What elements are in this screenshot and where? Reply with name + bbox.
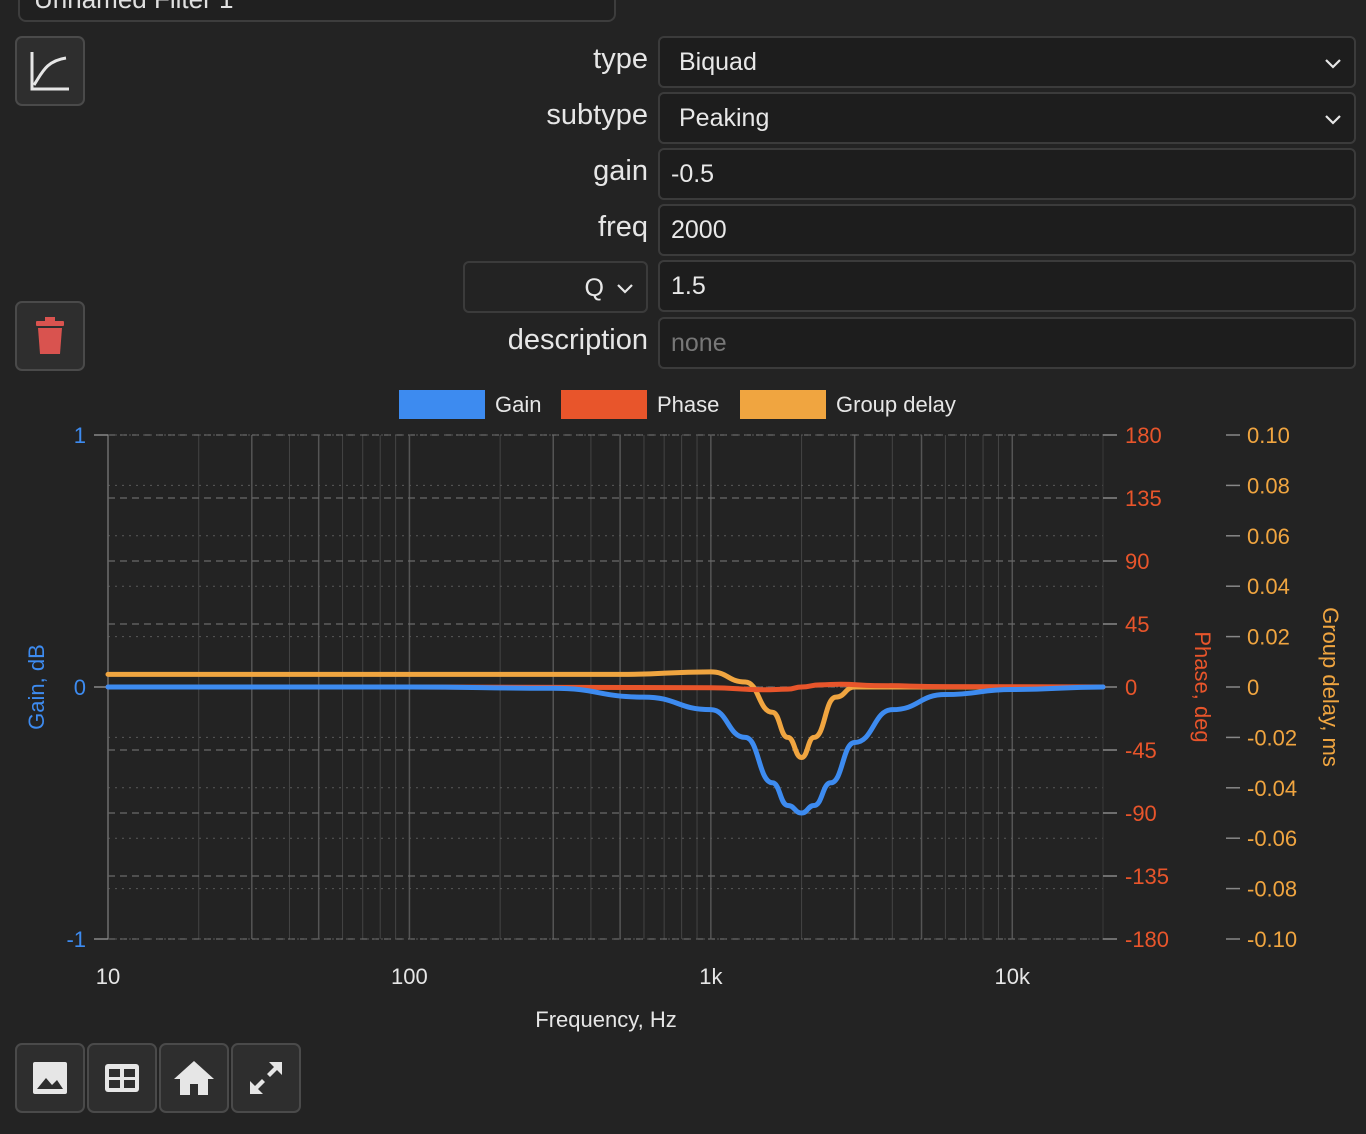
legend-swatch-gain[interactable]: [399, 390, 485, 419]
gain-label: gain: [593, 155, 648, 187]
phase-tick-label: 180: [1125, 423, 1162, 448]
expand-button[interactable]: [231, 1043, 301, 1113]
q-parameter-select[interactable]: Q: [463, 261, 648, 313]
group-delay-tick-label: -0.04: [1247, 776, 1297, 801]
type-select[interactable]: Biquad: [658, 36, 1356, 88]
freq-value: 2000: [671, 215, 727, 244]
legend-label-group-delay[interactable]: Group delay: [836, 392, 956, 417]
phase-tick-label: 0: [1125, 675, 1137, 700]
gain-axis-label: Gain, dB: [24, 644, 49, 730]
phase-tick-label: -45: [1125, 738, 1157, 763]
show-table-button[interactable]: [87, 1043, 157, 1113]
q-input[interactable]: 1.5: [658, 260, 1356, 312]
legend-swatch-phase[interactable]: [561, 390, 647, 419]
legend-label-gain[interactable]: Gain: [495, 392, 541, 417]
x-tick-label: 10: [96, 964, 120, 989]
phase-tick-label: -180: [1125, 927, 1169, 952]
freq-label: freq: [598, 211, 648, 243]
subtype-label: subtype: [546, 99, 648, 131]
description-placeholder: none: [671, 328, 727, 357]
home-icon: [174, 1061, 214, 1095]
chart-series: [105, 669, 1106, 816]
phase-tick-label: -90: [1125, 801, 1157, 826]
q-value: 1.5: [671, 271, 706, 300]
subtype-value: Peaking: [679, 103, 770, 132]
expand-icon: [250, 1062, 282, 1094]
chart-axes: 10 100 1k 10kFrequency, Hz10-1Gain, dB18013…: [24, 423, 1343, 1032]
chevron-down-icon: [1325, 115, 1341, 125]
q-select-label: Q: [584, 274, 604, 302]
chart-legend: Gain Phase Group delay: [399, 390, 956, 419]
group-delay-tick-label: -0.06: [1247, 826, 1297, 851]
phase-tick-label: 90: [1125, 549, 1149, 574]
chevron-down-icon: [1325, 59, 1341, 69]
type-label: type: [593, 43, 648, 75]
group-delay-tick-label: 0.06: [1247, 524, 1290, 549]
gain-input[interactable]: -0.5: [658, 148, 1356, 200]
save-image-button[interactable]: [15, 1043, 85, 1113]
response-curve-icon: [30, 52, 69, 91]
chevron-down-icon: [617, 284, 633, 294]
group-delay-tick-label: 0.08: [1247, 473, 1290, 498]
freq-input[interactable]: 2000: [658, 204, 1356, 256]
legend-label-phase[interactable]: Phase: [657, 392, 719, 417]
table-icon: [105, 1064, 139, 1092]
gain-value: -0.5: [671, 159, 715, 188]
subtype-select[interactable]: Peaking: [658, 92, 1356, 144]
filter-name-input[interactable]: Unnamed Filter 1: [18, 0, 616, 22]
phase-axis-label: Phase, deg: [1190, 631, 1215, 742]
x-tick-label: 100: [391, 964, 428, 989]
group-delay-tick-label: 0.02: [1247, 625, 1290, 650]
reset-view-button[interactable]: [159, 1043, 229, 1113]
image-icon: [33, 1062, 67, 1094]
legend-swatch-group-delay[interactable]: [740, 390, 826, 419]
phase-tick-label: 45: [1125, 612, 1149, 637]
gain-tick-label: 1: [74, 423, 86, 448]
group-delay-tick-label: -0.10: [1247, 927, 1297, 952]
group-delay-tick-label: 0.10: [1247, 423, 1290, 448]
trash-icon: [36, 317, 64, 354]
group-delay-tick-label: 0: [1247, 675, 1259, 700]
x-axis-label: Frequency, Hz: [535, 1007, 676, 1032]
delete-filter-button[interactable]: [15, 301, 85, 371]
group-delay-tick-label: 0.04: [1247, 574, 1290, 599]
group-delay-tick-label: -0.08: [1247, 877, 1297, 902]
x-tick-label: 1k: [699, 964, 723, 989]
group-delay-tick-label: -0.02: [1247, 725, 1297, 750]
gain-tick-label: 0: [74, 675, 86, 700]
x-tick-label: 10k: [995, 964, 1031, 989]
description-label: description: [507, 324, 648, 356]
type-value: Biquad: [679, 47, 757, 76]
phase-tick-label: 135: [1125, 486, 1162, 511]
response-chart: Gain Phase Group delay 10 100 1k 10kFrequency…: [24, 390, 1343, 1032]
gain-tick-label: -1: [66, 927, 86, 952]
plot-toggle-button[interactable]: [15, 36, 85, 106]
group-delay-axis-label: Group delay, ms: [1318, 607, 1343, 767]
description-input[interactable]: none: [658, 317, 1356, 369]
phase-tick-label: -135: [1125, 864, 1169, 889]
